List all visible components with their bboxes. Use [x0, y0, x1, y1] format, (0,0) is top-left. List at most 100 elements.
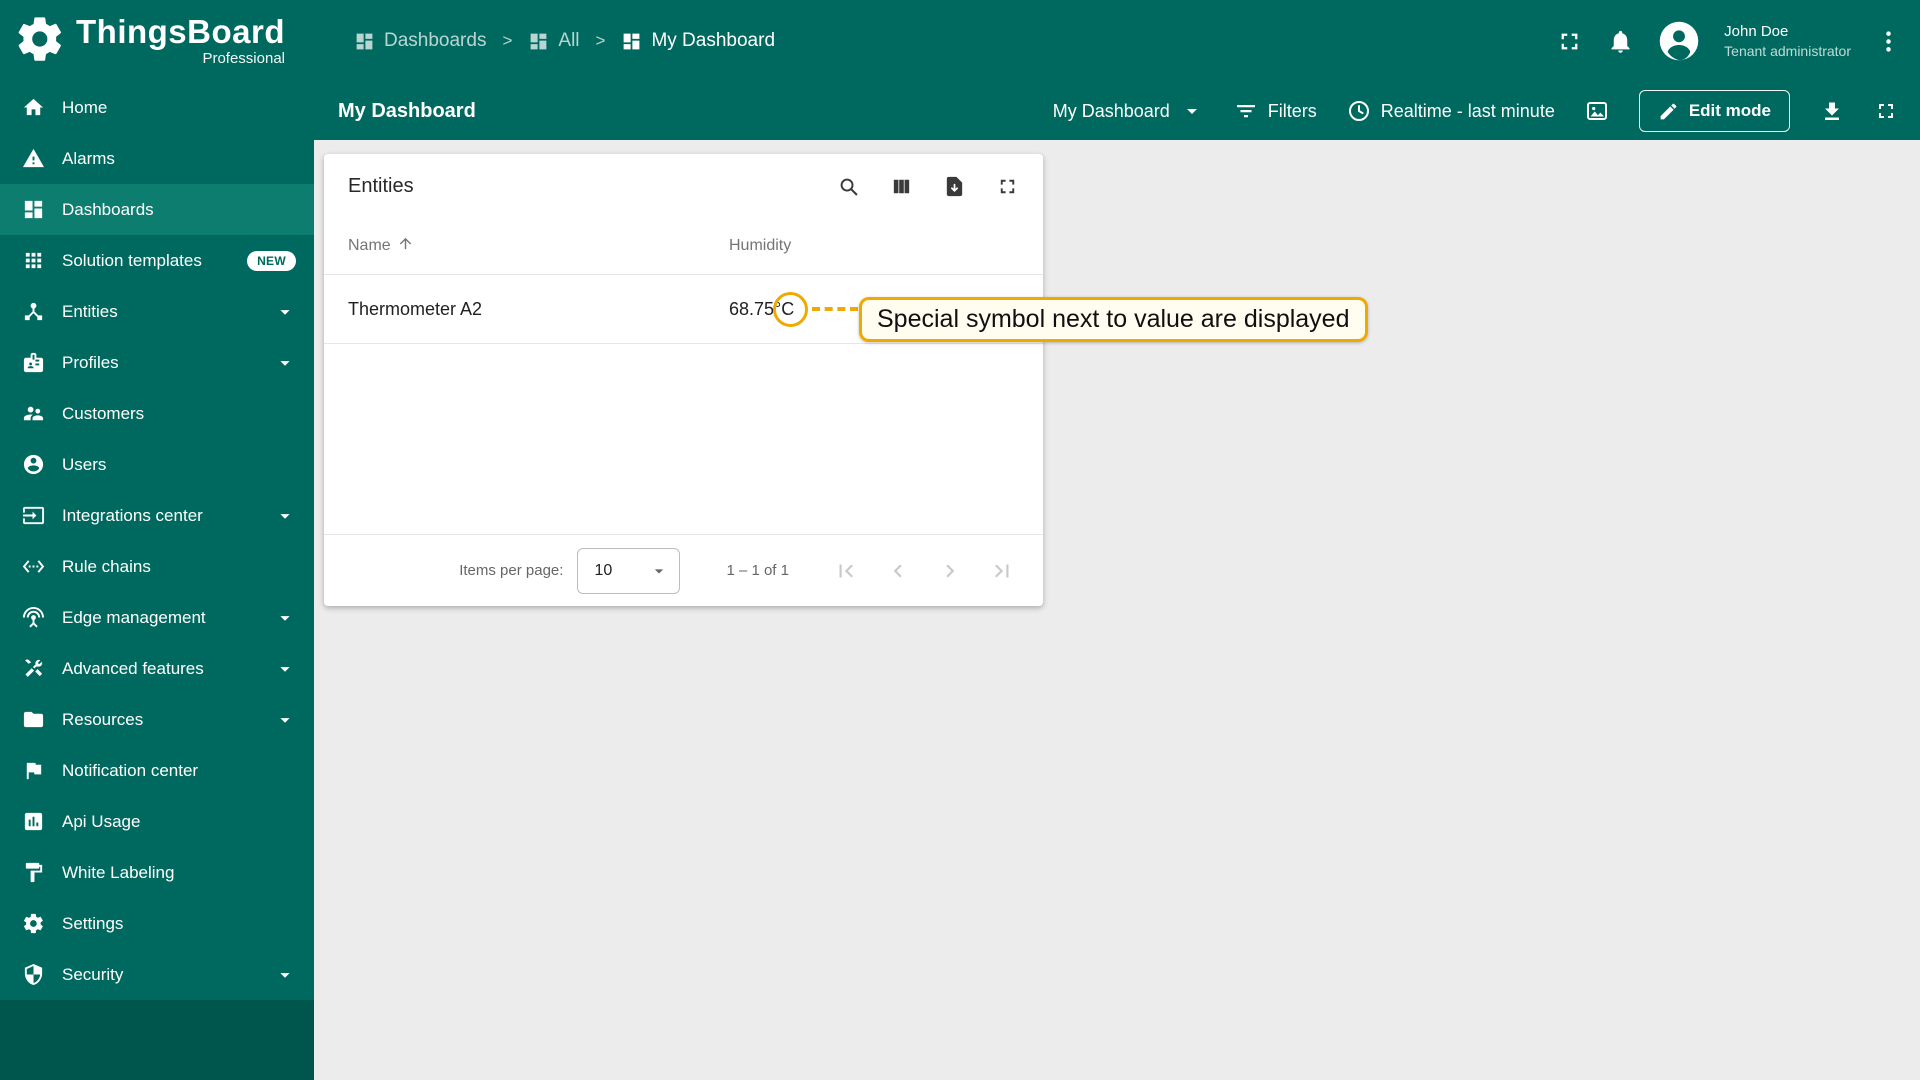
cell-entity-name: Thermometer A2 [348, 298, 483, 319]
construction-icon [25, 659, 43, 677]
antenna-icon [22, 606, 45, 628]
fullscreen-icon [1879, 104, 1893, 118]
shield-icon [24, 963, 43, 986]
input-icon [22, 506, 45, 525]
sidebar-item-integrations-center[interactable]: Integrations center [0, 490, 314, 541]
warning-icon [22, 148, 45, 168]
first-page-button[interactable] [833, 558, 859, 584]
download-icon [1825, 102, 1839, 120]
dashboard-icon [24, 200, 43, 219]
user-name: John Doe [1724, 23, 1789, 41]
sidebar-item-alarms[interactable]: Alarms [0, 133, 314, 184]
annotation-callout: Special symbol next to value are display… [859, 297, 1368, 342]
entities-hub-icon [24, 302, 43, 321]
paginator-nav [833, 558, 1015, 584]
sidebar-item-settings[interactable]: Settings [0, 898, 314, 949]
chevron-down-icon [274, 964, 296, 986]
user-role: Tenant administrator [1724, 42, 1851, 59]
dashboard-icon [624, 33, 640, 49]
logo-title: ThingsBoard [76, 13, 285, 50]
chevron-down-icon [274, 352, 296, 374]
fullscreen-toolbar-button[interactable] [1874, 99, 1898, 123]
dashboard-icon [356, 33, 373, 49]
sidebar-item-users[interactable]: Users [0, 439, 314, 490]
sidebar-item-edge-management[interactable]: Edge management [0, 592, 314, 643]
dashboard-canvas: Entities Name Humidity Thermometer A2 68… [314, 140, 1920, 1080]
items-per-page-select[interactable]: 10 [577, 547, 681, 594]
widget-fullscreen-icon[interactable] [996, 175, 1019, 198]
header-actions: John Doe Tenant administrator [1556, 20, 1920, 62]
column-header-humidity[interactable]: Humidity [729, 237, 791, 255]
filters-button[interactable]: Filters [1234, 99, 1317, 123]
badge-icon [23, 352, 44, 373]
app-root: ThingsBoard Professional Dashboards > Al… [0, 0, 1920, 1080]
annotation-highlight-circle [773, 292, 808, 327]
column-header-name[interactable]: Name [348, 235, 729, 257]
widget-actions [837, 175, 1019, 198]
sidebar: Home Alarms Dashboards Solution template… [0, 82, 314, 1080]
page-range-label: 1 – 1 of 1 [726, 562, 789, 579]
folder-icon [23, 711, 44, 728]
sort-ascending-icon [397, 235, 414, 257]
sidebar-item-advanced-features[interactable]: Advanced features [0, 643, 314, 694]
pencil-icon [1660, 103, 1677, 119]
breadcrumb-separator: > [595, 31, 606, 50]
apps-icon [25, 252, 42, 269]
dashboard-toolbar: My Dashboard My Dashboard Filters Realti… [314, 82, 1920, 140]
last-page-button[interactable] [989, 558, 1015, 584]
flag-icon [26, 762, 42, 780]
table-header-row: Name Humidity [324, 218, 1043, 275]
chevron-down-icon [274, 301, 296, 323]
dropdown-arrow-icon [1186, 109, 1197, 114]
sidebar-item-notification-center[interactable]: Notification center [0, 745, 314, 796]
sidebar-item-resources[interactable]: Resources [0, 694, 314, 745]
export-file-icon[interactable] [943, 175, 966, 198]
timewindow-button[interactable]: Realtime - last minute [1347, 99, 1555, 123]
download-button[interactable] [1820, 99, 1844, 123]
items-per-page-label: Items per page: [459, 562, 564, 579]
user-avatar[interactable] [1658, 20, 1700, 62]
chevron-down-icon [274, 709, 296, 731]
sidebar-item-dashboards[interactable]: Dashboards [0, 184, 314, 235]
sidebar-item-home[interactable]: Home [0, 82, 314, 133]
sidebar-item-api-usage[interactable]: Api Usage [0, 796, 314, 847]
breadcrumb-dashboards[interactable]: Dashboards [354, 30, 486, 52]
top-header: ThingsBoard Professional Dashboards > Al… [0, 0, 1920, 82]
sidebar-item-profiles[interactable]: Profiles [0, 337, 314, 388]
breadcrumb-separator: > [502, 31, 513, 50]
previous-page-button[interactable] [885, 558, 911, 584]
home-icon [23, 98, 44, 116]
sidebar-item-entities[interactable]: Entities [0, 286, 314, 337]
toolbar-actions: My Dashboard Filters Realtime - last min… [1053, 90, 1898, 132]
next-page-button[interactable] [937, 558, 963, 584]
sidebar-item-security[interactable]: Security [0, 949, 314, 1000]
sidebar-item-white-labeling[interactable]: White Labeling [0, 847, 314, 898]
breadcrumb: Dashboards > All > My Dashboard [314, 30, 775, 52]
logo-subtitle: Professional [202, 50, 285, 67]
fullscreen-icon[interactable] [1556, 28, 1583, 55]
sidebar-item-customers[interactable]: Customers [0, 388, 314, 439]
entities-widget: Entities Name Humidity Thermometer A2 68… [324, 154, 1043, 606]
thingsboard-gear-icon [14, 13, 66, 70]
paint-roller-icon [25, 862, 43, 883]
edit-mode-button[interactable]: Edit mode [1638, 90, 1790, 132]
breadcrumb-all[interactable]: All [528, 30, 580, 52]
filter-icon [1236, 105, 1255, 118]
annotation-connector-line [812, 307, 858, 311]
image-icon [1586, 102, 1607, 120]
widget-header: Entities [324, 154, 1043, 218]
notifications-bell-icon[interactable] [1607, 28, 1634, 55]
widget-title: Entities [348, 174, 414, 197]
columns-icon[interactable] [890, 175, 913, 198]
dashboard-icon [531, 33, 547, 49]
manage-layouts-button[interactable] [1585, 99, 1609, 123]
state-selector[interactable]: My Dashboard [1053, 99, 1204, 123]
logo[interactable]: ThingsBoard Professional [0, 13, 314, 70]
sidebar-menu: Home Alarms Dashboards Solution template… [0, 82, 314, 1000]
sidebar-item-rule-chains[interactable]: Rule chains [0, 541, 314, 592]
kebab-menu-icon[interactable] [1875, 28, 1902, 55]
search-icon[interactable] [837, 175, 860, 198]
sidebar-item-solution-templates[interactable]: Solution templates NEW [0, 235, 314, 286]
chart-icon [24, 812, 43, 831]
user-info[interactable]: John Doe Tenant administrator [1724, 22, 1851, 60]
